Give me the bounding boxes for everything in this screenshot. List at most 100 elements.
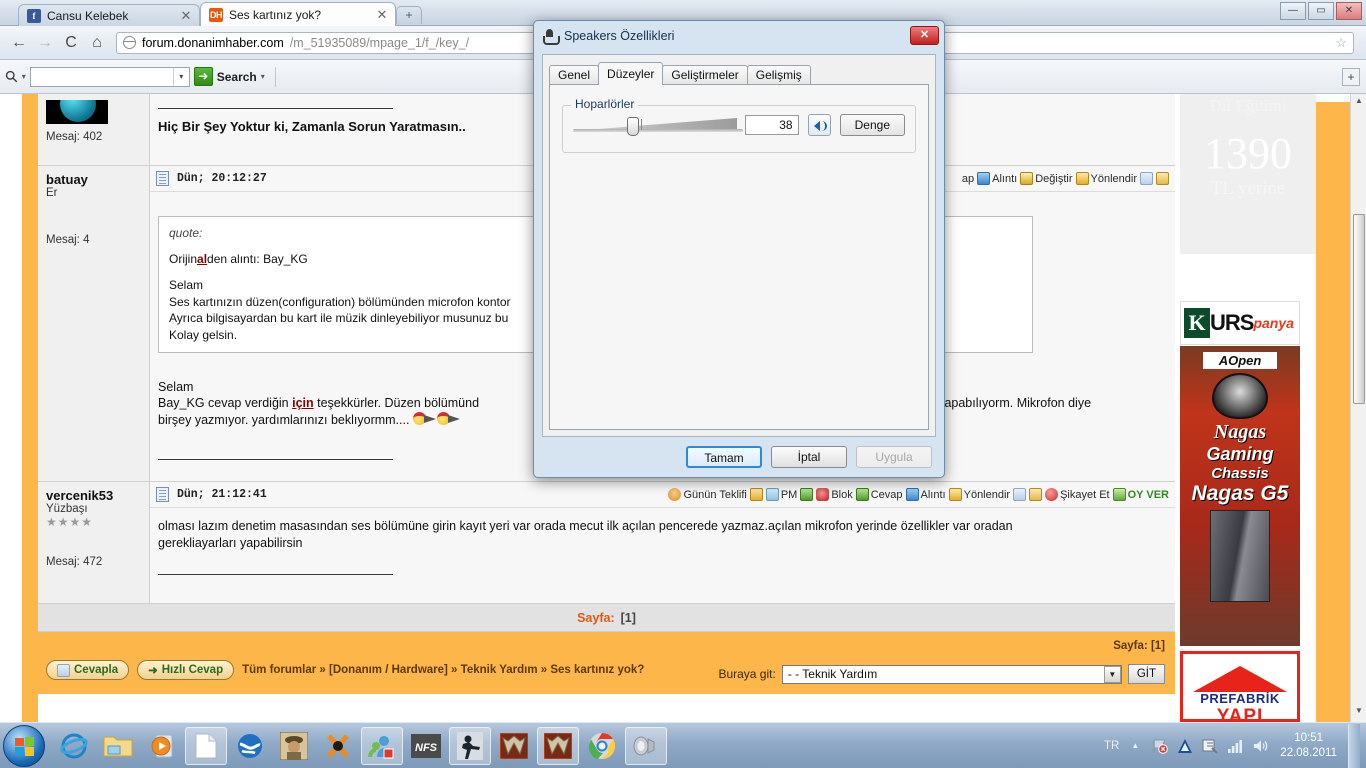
notepad-document-icon[interactable] [185,726,227,765]
volume-icon[interactable] [1251,737,1269,755]
search-icon[interactable]: ⚲ [1,65,23,87]
game-character-icon[interactable] [273,727,315,765]
folder-icon[interactable] [1156,172,1169,185]
action-yonlendir[interactable]: Yönlendir [1075,172,1137,185]
tab-gelistirmeler[interactable]: Geliştirmeler [662,65,748,85]
page-scrollbar[interactable]: ▲ ▼ [1350,94,1366,722]
home-icon[interactable]: ⌂ [84,30,110,56]
forum-footer: Cevapla ➜ Hızlı Cevap Tüm forumlar » [Don… [38,632,1175,694]
search-dropdown-icon[interactable]: ▾ [172,67,189,86]
warcraft-icon-2[interactable] [537,726,579,765]
language-indicator[interactable]: TR [1104,740,1119,752]
show-desktop-button[interactable] [1348,723,1360,768]
ad-prefabrik-yapi[interactable]: PREFABRİK YAPI [1180,651,1300,722]
ad-kurspanya[interactable]: K URS panya [1180,301,1300,345]
author-username[interactable]: vercenik53 [46,488,141,503]
clock[interactable]: 10:51 22.08.2011 [1276,731,1341,761]
search-menu-chevron-icon[interactable]: ▾ [261,72,265,81]
forum-select[interactable]: - - Teknik Yardım ▼ [781,664,1122,684]
tab-close-icon[interactable]: ✕ [179,8,193,24]
cancel-button[interactable]: İptal [771,446,847,468]
pagination-pages[interactable]: [1] [621,611,636,625]
go-arrow-icon[interactable]: ➜ [193,67,213,86]
signature-divider [158,573,393,575]
nfs-icon[interactable]: NFS [405,727,447,765]
device-icon[interactable] [1201,737,1219,755]
action-degistir[interactable]: Değiştir [1020,172,1073,185]
show-hidden-icons-icon[interactable]: ▲ [1126,737,1144,755]
ok-button[interactable]: Tamam [686,446,762,468]
scroll-down-icon[interactable]: ▼ [1353,706,1365,720]
scrollbar-thumb[interactable] [1353,214,1365,404]
add-toolbar-button[interactable]: + [1342,67,1360,86]
action-blok[interactable]: Blok [816,488,853,501]
post-note-icon[interactable] [156,171,169,186]
mail-icon[interactable] [749,488,763,501]
msn-messenger-icon[interactable] [361,726,403,765]
avira-icon[interactable] [1176,737,1194,755]
action-label: PM [780,488,798,501]
post-note-icon[interactable] [156,487,169,502]
new-tab-button[interactable]: + [396,6,422,24]
maximize-button[interactable]: ▭ [1308,2,1334,20]
slider-thumb[interactable] [627,117,639,136]
footer-pagination-value[interactable]: [1] [1151,640,1165,652]
action-cevap[interactable]: Cevap [855,488,903,501]
message-part-a: Bay_KG cevap verdiğin [158,396,293,411]
chevron-down-icon[interactable]: ▼ [1103,665,1121,683]
search-input[interactable]: ▾ [29,66,190,87]
tab-genel[interactable]: Genel [549,65,600,85]
action-sikayet-et[interactable]: Şikayet Et [1045,488,1110,501]
volume-slider[interactable] [573,114,743,136]
inline-link[interactable]: için [292,396,314,410]
tab-gelismis[interactable]: Gelişmiş [746,65,811,85]
signal-bars-icon[interactable] [1226,737,1244,755]
scroll-up-icon[interactable]: ▲ [1353,96,1365,110]
ad-aopen-nagas[interactable]: AOpen Nagas Gaming Chassis Nagas G5 [1180,346,1300,646]
google-earth-icon[interactable] [229,727,271,765]
forward-icon[interactable]: → [32,30,58,56]
tab-close-icon[interactable]: ✕ [375,7,389,23]
windows-explorer-icon[interactable] [97,727,139,765]
reload-icon[interactable]: C [58,30,84,56]
mute-toggle-button[interactable] [807,114,831,136]
document-icon[interactable] [1013,488,1027,501]
dialog-title-bar[interactable]: Speakers Özellikleri [534,21,944,51]
volume-value-field[interactable]: 38 [744,115,799,135]
internet-explorer-icon[interactable] [53,727,95,765]
balance-button[interactable]: Denge [839,114,905,136]
action-alinti[interactable]: Alıntı [977,172,1017,185]
warcraft-icon[interactable] [493,727,535,765]
action-gunun-teklifi[interactable]: Günün Teklifi [668,488,747,501]
bookmark-star-icon[interactable]: ☆ [1335,35,1347,51]
media-player-icon[interactable] [141,727,183,765]
windows-start-icon[interactable] [3,724,45,767]
action-oy-ver[interactable]: OY VER [1112,488,1169,501]
google-chrome-icon[interactable] [581,727,623,765]
volume-control-icon[interactable] [625,726,667,765]
action-pm[interactable]: PM [765,488,798,501]
minimize-button[interactable]: — [1280,2,1306,20]
quick-reply-button[interactable]: ➜ Hızlı Cevap [137,660,235,680]
action-yonlendir[interactable]: Yönlendir [948,488,1010,501]
xfire-icon[interactable] [317,727,359,765]
search-button-label[interactable]: Search [217,70,257,84]
browser-tab-1[interactable]: f Cansu Kelebek ✕ [18,4,200,26]
author-username[interactable]: batuay [46,172,141,187]
document-icon[interactable] [1140,172,1153,185]
folder-icon[interactable] [1029,488,1043,501]
ad-dil-egitimi[interactable]: Dil Eğitimi 1390 TL yerine [1180,94,1316,254]
back-icon[interactable]: ← [6,30,32,56]
breadcrumb[interactable]: Tüm forumlar » [Donanım / Hardware] » Te… [242,664,644,676]
dialog-close-button[interactable]: ✕ [910,26,939,45]
add-user-icon[interactable] [800,488,814,501]
reply-button[interactable]: Cevapla [46,660,130,680]
close-button[interactable]: ✕ [1336,2,1362,20]
action-ap[interactable]: ap [962,173,974,185]
counter-strike-icon[interactable] [449,726,491,765]
tab-duzeyler[interactable]: Düzeyler [598,62,664,85]
go-button[interactable]: GİT [1127,664,1165,684]
browser-tab-2[interactable]: DH Ses kartınız yok? ✕ [200,2,396,26]
network-flag-icon[interactable] [1151,737,1169,755]
action-alinti[interactable]: Alıntı [905,488,946,501]
